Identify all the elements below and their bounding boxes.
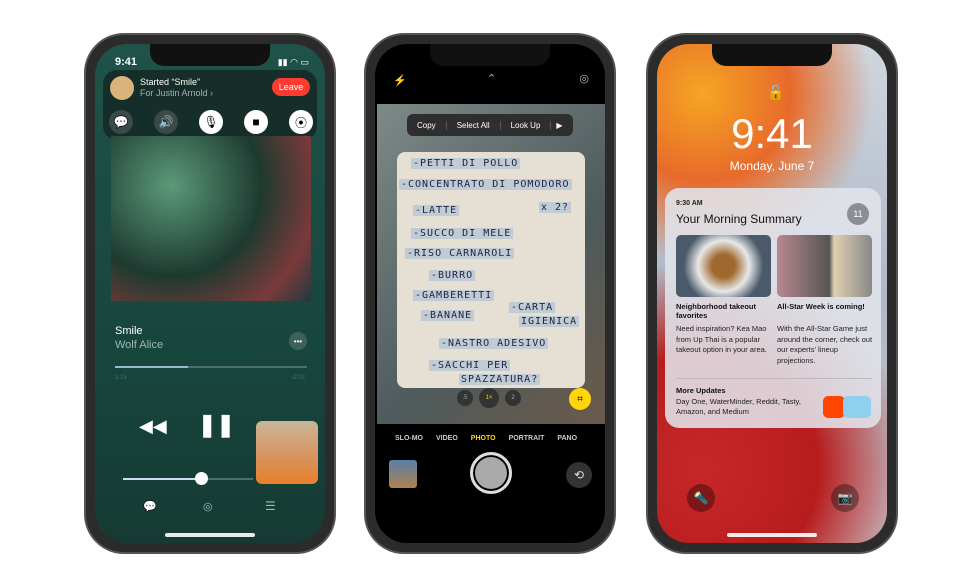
note-line: IGIENICA bbox=[519, 316, 580, 327]
note-line: -PETTI DI POLLO bbox=[411, 158, 521, 169]
note-line: SPAZZATURA? bbox=[459, 374, 541, 385]
flashlight-icon[interactable]: 🔦 bbox=[687, 484, 715, 512]
unlocked-icon: 🔓 bbox=[767, 84, 785, 100]
camera-icon[interactable]: 📷 bbox=[831, 484, 859, 512]
baseball-image bbox=[777, 235, 872, 297]
camera-icon[interactable]: ■ bbox=[244, 110, 268, 134]
lock-date: Monday, June 7 bbox=[729, 159, 815, 173]
item-body: Need inspiration? Kea Mao from Up Thai i… bbox=[676, 324, 767, 354]
more-icon[interactable]: ••• bbox=[289, 332, 307, 350]
camera-modes: SLO-MO VIDEO PHOTO PORTRAIT PANO bbox=[395, 435, 577, 442]
lyrics-icon[interactable]: 💬 bbox=[143, 500, 157, 513]
select-all-button[interactable]: Select All bbox=[445, 120, 500, 130]
reddit-icon bbox=[823, 396, 845, 418]
copy-button[interactable]: Copy bbox=[407, 121, 446, 130]
phone-facetime-music: 9:41 ▮▮ ◠ ▭ Started “Smile” For Justin A… bbox=[84, 33, 336, 554]
notch bbox=[712, 44, 832, 66]
note-line: -BURRO bbox=[429, 270, 476, 281]
zoom-0.5x[interactable]: .5 bbox=[457, 390, 473, 406]
notch bbox=[430, 44, 550, 66]
message-icon[interactable]: 💬 bbox=[109, 110, 133, 134]
app-icon-stack bbox=[843, 396, 871, 418]
note-line: -RISO CARNAROLI bbox=[405, 248, 515, 259]
note-line: -CARTA bbox=[509, 302, 556, 313]
more-updates-title: More Updates bbox=[676, 386, 726, 395]
shutter-button[interactable] bbox=[470, 452, 512, 494]
note-line: -NASTRO ADESIVO bbox=[439, 338, 549, 349]
note-line: -GAMBERETTI bbox=[413, 290, 495, 301]
text-menu: Copy Select All Look Up ▶ bbox=[407, 114, 573, 136]
track-artist: Wolf Alice bbox=[115, 339, 164, 351]
note-line: x 2? bbox=[539, 202, 572, 213]
screen: ⚡ ⌃ ◎ Copy Select All Look Up ▶ -PETTI D… bbox=[375, 44, 605, 543]
summary-count-badge: 11 bbox=[847, 203, 869, 225]
volume-slider[interactable] bbox=[123, 472, 253, 485]
shareplay-subtitle[interactable]: For Justin Arnold › bbox=[140, 88, 213, 98]
mode-pano[interactable]: PANO bbox=[557, 435, 577, 442]
shareplay-title: Started “Smile” bbox=[140, 77, 201, 87]
divider bbox=[676, 378, 872, 379]
food-image bbox=[676, 235, 771, 297]
zoom-2x[interactable]: 2 bbox=[505, 390, 521, 406]
speaker-icon[interactable]: 🔊 bbox=[154, 110, 178, 134]
photo-thumbnail[interactable] bbox=[389, 460, 417, 488]
note-line: -LATTE bbox=[413, 205, 460, 216]
progress-scrubber[interactable] bbox=[115, 366, 307, 368]
flip-camera-icon[interactable]: ⟲ bbox=[566, 462, 592, 488]
note-line: -SACCHI PER bbox=[429, 360, 511, 371]
shareplay-banner: Started “Smile” For Justin Arnold › Leav… bbox=[103, 70, 317, 140]
status-time: 9:41 bbox=[115, 56, 138, 68]
pause-icon[interactable]: ❚❚ bbox=[198, 412, 235, 438]
item-title: All-Star Week is coming! bbox=[777, 302, 865, 311]
shareplay-icon[interactable]: ⦿ bbox=[289, 110, 313, 134]
status-icons: ▮▮ ◠ ▭ bbox=[277, 57, 309, 67]
lock-time: 9:41 bbox=[731, 110, 813, 157]
zoom-1x[interactable]: 1× bbox=[479, 388, 499, 408]
more-arrow-icon[interactable]: ▶ bbox=[550, 120, 567, 130]
flash-icon[interactable]: ⚡ bbox=[393, 74, 407, 87]
item-body: With the All-Star Game just around the c… bbox=[777, 324, 873, 365]
leave-button[interactable]: Leave bbox=[272, 78, 310, 96]
elapsed-time: 1:15 bbox=[115, 375, 127, 381]
mic-icon[interactable]: 🎙 bbox=[199, 110, 223, 134]
more-updates-body: Day One, WaterMinder, Reddit, Tasty, Ama… bbox=[676, 397, 801, 416]
chevron-up-icon[interactable]: ⌃ bbox=[487, 72, 496, 85]
phone-camera-live-text: ⚡ ⌃ ◎ Copy Select All Look Up ▶ -PETTI D… bbox=[364, 33, 616, 554]
avatar bbox=[110, 76, 134, 100]
notch bbox=[150, 44, 270, 66]
summary-time: 9:30 AM bbox=[676, 200, 703, 207]
mode-video[interactable]: VIDEO bbox=[436, 435, 458, 442]
album-art bbox=[111, 136, 311, 301]
item-title: Neighborhood takeout favorites bbox=[676, 302, 756, 320]
live-text-icon[interactable]: ⌗ bbox=[569, 388, 591, 410]
summary-title: Your Morning Summary bbox=[676, 212, 802, 226]
track-title: Smile bbox=[115, 325, 143, 337]
mode-slo-mo[interactable]: SLO-MO bbox=[395, 435, 423, 442]
notification-summary[interactable]: 9:30 AM Your Morning Summary 11 Neighbor… bbox=[665, 188, 881, 428]
phone-lock-screen: 🔓 9:41 Monday, June 7 9:30 AM Your Morni… bbox=[646, 33, 898, 554]
facetime-pip[interactable] bbox=[256, 421, 318, 484]
live-photo-icon[interactable]: ◎ bbox=[579, 72, 589, 85]
mode-portrait[interactable]: PORTRAIT bbox=[509, 435, 545, 442]
screen: 9:41 ▮▮ ◠ ▭ Started “Smile” For Justin A… bbox=[95, 44, 325, 543]
mode-photo[interactable]: PHOTO bbox=[471, 435, 496, 442]
home-indicator bbox=[165, 533, 255, 537]
remaining-time: −2:02 bbox=[289, 375, 305, 381]
airplay-icon[interactable]: ◎ bbox=[203, 500, 213, 513]
note-line: -SUCCO DI MELE bbox=[411, 228, 514, 239]
rewind-icon[interactable]: ◀◀ bbox=[139, 416, 167, 437]
note-line: -CONCENTRATO DI POMODORO bbox=[399, 179, 572, 190]
screen: 🔓 9:41 Monday, June 7 9:30 AM Your Morni… bbox=[657, 44, 887, 543]
queue-icon[interactable]: ☰ bbox=[265, 499, 276, 513]
note-line: -BANANE bbox=[421, 310, 475, 321]
home-indicator bbox=[727, 533, 817, 537]
look-up-button[interactable]: Look Up bbox=[499, 120, 551, 130]
shopping-note[interactable]: -PETTI DI POLLO -CONCENTRATO DI POMODORO… bbox=[397, 152, 585, 388]
